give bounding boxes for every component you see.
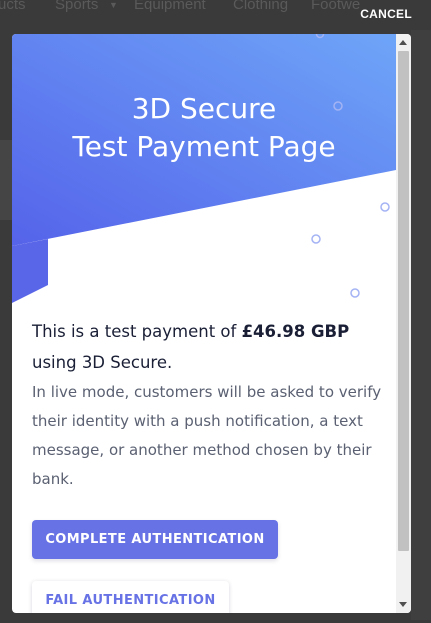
background-panel-right bbox=[411, 30, 431, 620]
bg-nav-item-clothing: Clothing bbox=[233, 0, 289, 13]
page-title: 3D Secure Test Payment Page bbox=[12, 90, 396, 166]
hero-banner: 3D Secure Test Payment Page bbox=[12, 34, 396, 334]
page-title-line-1: 3D Secure bbox=[131, 92, 277, 125]
chevron-down-icon: ▼ bbox=[109, 0, 118, 10]
bg-nav-item-sports: Sports bbox=[55, 0, 99, 13]
decor-circle bbox=[350, 288, 360, 298]
scroll-down-arrow-icon[interactable] bbox=[399, 602, 407, 607]
authentication-modal: 3D Secure Test Payment Page This is a te… bbox=[12, 34, 411, 613]
modal-content: 3D Secure Test Payment Page This is a te… bbox=[12, 34, 396, 613]
hero-accent-shape bbox=[12, 239, 48, 303]
payment-summary-prefix: This is a test payment of bbox=[32, 322, 242, 341]
decor-circle bbox=[311, 234, 321, 244]
payment-description: In live mode, customers will be asked to… bbox=[32, 383, 382, 488]
scrollbar[interactable] bbox=[396, 34, 411, 613]
bg-nav-item-products: ucts bbox=[0, 0, 26, 13]
scroll-up-arrow-icon[interactable] bbox=[399, 40, 407, 45]
decor-circle bbox=[380, 202, 390, 212]
payment-info: This is a test payment of £46.98 GBP usin… bbox=[32, 316, 382, 494]
bg-nav-item-footwear: Footwe bbox=[311, 0, 361, 13]
bg-nav-item-equipment: Equipment bbox=[134, 0, 206, 13]
fail-authentication-button[interactable]: FAIL AUTHENTICATION bbox=[32, 581, 229, 613]
hero-background-graphic bbox=[12, 34, 396, 303]
payment-amount: £46.98 GBP bbox=[241, 322, 350, 341]
background-panel bbox=[0, 140, 12, 220]
payment-summary-suffix: using 3D Secure. bbox=[32, 353, 173, 372]
page-title-line-2: Test Payment Page bbox=[72, 130, 336, 163]
cancel-button[interactable]: CANCEL bbox=[360, 7, 412, 21]
payment-summary: This is a test payment of £46.98 GBP usin… bbox=[32, 316, 382, 378]
complete-authentication-button[interactable]: COMPLETE AUTHENTICATION bbox=[32, 520, 278, 559]
scrollbar-thumb[interactable] bbox=[398, 51, 409, 551]
